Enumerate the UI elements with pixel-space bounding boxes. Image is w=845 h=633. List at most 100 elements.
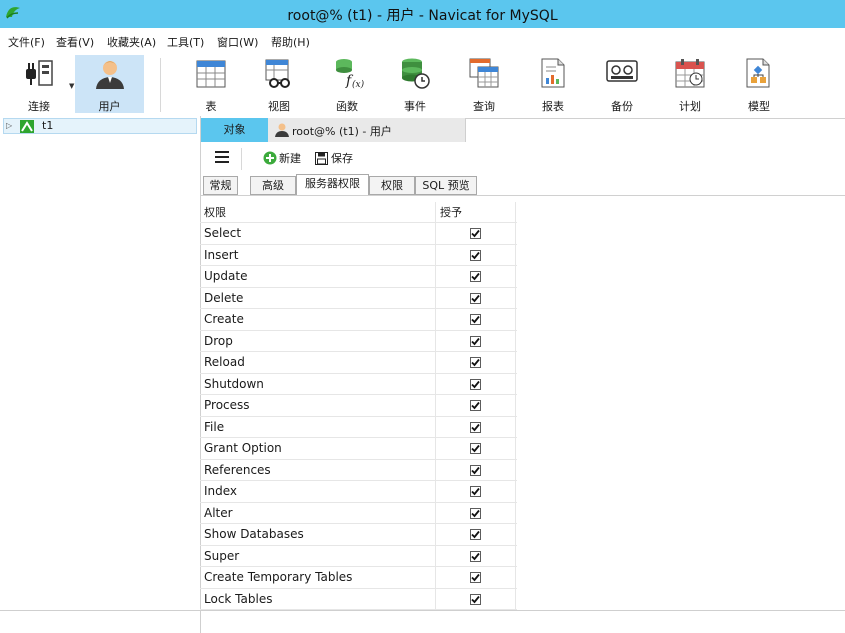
menu-window[interactable]: 窗口(W) [217,34,258,50]
table-row[interactable]: References [200,459,517,481]
function-button[interactable]: f (x) 函数 [314,55,380,113]
grant-checkbox[interactable] [470,400,481,411]
grid-body: Select Insert Update Delete Create Drop Reload… [200,223,517,610]
table-row[interactable]: Delete [200,287,517,309]
table-row[interactable]: Super [200,545,517,567]
schedule-button[interactable]: 计划 [657,55,723,113]
connection-tree: ▷ t1 [0,116,201,610]
tab-objects[interactable]: 对象 [201,118,268,142]
grant-checkbox[interactable] [470,529,481,540]
table-row[interactable]: Create [200,309,517,331]
add-icon [263,151,277,168]
calendar-icon [674,57,706,92]
privilege-name: Show Databases [200,524,436,545]
subtab-sql-preview[interactable]: SQL 预览 [415,176,477,195]
connect-button[interactable]: 连接 [6,55,72,113]
model-button[interactable]: 模型 [726,55,792,113]
grant-checkbox[interactable] [470,378,481,390]
new-label: 新建 [279,152,301,165]
svg-text:(x): (x) [352,79,364,90]
view-button[interactable]: 视图 [246,55,312,113]
backup-icon [605,57,639,90]
save-button[interactable]: 保存 [315,150,353,168]
table-row[interactable]: File [200,416,517,438]
table-row[interactable]: Update [200,266,517,288]
table-button[interactable]: 表 [178,55,244,113]
subtab-divider [201,195,845,196]
table-row[interactable]: Select [200,223,517,245]
server-privileges-grid: 权限 授予 Select Insert Update Delete Create Drop… [200,202,517,610]
connect-label: 连接 [28,100,50,113]
report-button[interactable]: 报表 [520,55,586,113]
table-row[interactable]: Process [200,395,517,417]
report-label: 报表 [542,100,564,113]
grant-checkbox[interactable] [470,249,481,261]
tree-item-label: t1 [42,119,54,132]
grant-checkbox[interactable] [470,572,481,583]
connect-dropdown-icon[interactable]: ▼ [69,82,74,90]
table-row[interactable]: Grant Option [200,438,517,460]
table-row[interactable]: Show Databases [200,524,517,546]
grant-checkbox[interactable] [470,443,481,454]
table-row[interactable]: Insert [200,244,517,266]
subtab-general[interactable]: 常规 [203,176,238,195]
expand-arrow-icon[interactable]: ▷ [6,121,12,130]
menu-favorites[interactable]: 收藏夹(A) [107,34,156,50]
grant-checkbox[interactable] [470,357,481,368]
grant-cell [436,545,516,566]
privilege-name: Reload [200,352,436,373]
grant-checkbox[interactable] [470,593,481,605]
table-row[interactable]: Create Temporary Tables [200,567,517,589]
status-bar [0,610,845,633]
action-divider [241,148,242,170]
table-row[interactable]: Alter [200,502,517,524]
grid-header: 权限 授予 [200,202,517,223]
tab-user-editor[interactable]: root@% (t1) - 用户 [268,118,466,142]
menu-file[interactable]: 文件(F) [8,34,45,50]
main-toolbar: 连接 ▼ 用户 表 视图 f (x) 函数 事件 查询 报表 备份 计划 模型 [0,52,845,116]
table-row[interactable]: Index [200,481,517,503]
privilege-name: File [200,416,436,437]
grant-checkbox[interactable] [470,314,481,325]
subtab-privileges[interactable]: 权限 [369,176,415,195]
action-bar: 新建 保存 [201,142,845,174]
menu-view[interactable]: 查看(V) [56,34,94,50]
grant-checkbox[interactable] [470,421,481,433]
grant-checkbox[interactable] [470,271,481,282]
hamburger-menu-icon[interactable] [215,151,229,166]
query-button[interactable]: 查询 [451,55,517,113]
grant-cell [436,373,516,394]
tab-bar-filler [466,118,845,144]
grant-checkbox[interactable] [470,464,481,476]
table-row[interactable]: Shutdown [200,373,517,395]
user-button[interactable]: 用户 [75,55,144,113]
menu-help[interactable]: 帮助(H) [271,34,310,50]
privilege-name: Delete [200,287,436,308]
privilege-name: Super [200,545,436,566]
backup-button[interactable]: 备份 [589,55,655,113]
privilege-name: Insert [200,244,436,265]
privilege-name: Process [200,395,436,416]
subtab-server-privileges[interactable]: 服务器权限 [296,174,369,196]
menu-tools[interactable]: 工具(T) [167,34,204,50]
tree-item-connection[interactable]: ▷ t1 [3,118,197,134]
grant-checkbox[interactable] [470,335,481,347]
backup-label: 备份 [611,100,633,113]
table-row[interactable]: Lock Tables [200,588,517,610]
grant-checkbox[interactable] [470,507,481,519]
new-button[interactable]: 新建 [263,150,301,168]
column-header-privilege: 权限 [200,202,436,222]
subtab-advanced[interactable]: 高级 [250,176,296,195]
grant-checkbox[interactable] [470,486,481,497]
status-divider [200,611,201,633]
privilege-name: Create [200,309,436,330]
table-row[interactable]: Reload [200,352,517,374]
event-icon [398,57,432,94]
event-button[interactable]: 事件 [382,55,448,113]
title-bar: root@% (t1) - 用户 - Navicat for MySQL [0,0,845,28]
grant-cell [436,309,516,330]
grant-checkbox[interactable] [470,550,481,562]
grant-checkbox[interactable] [470,292,481,304]
table-row[interactable]: Drop [200,330,517,352]
grant-checkbox[interactable] [470,228,481,239]
